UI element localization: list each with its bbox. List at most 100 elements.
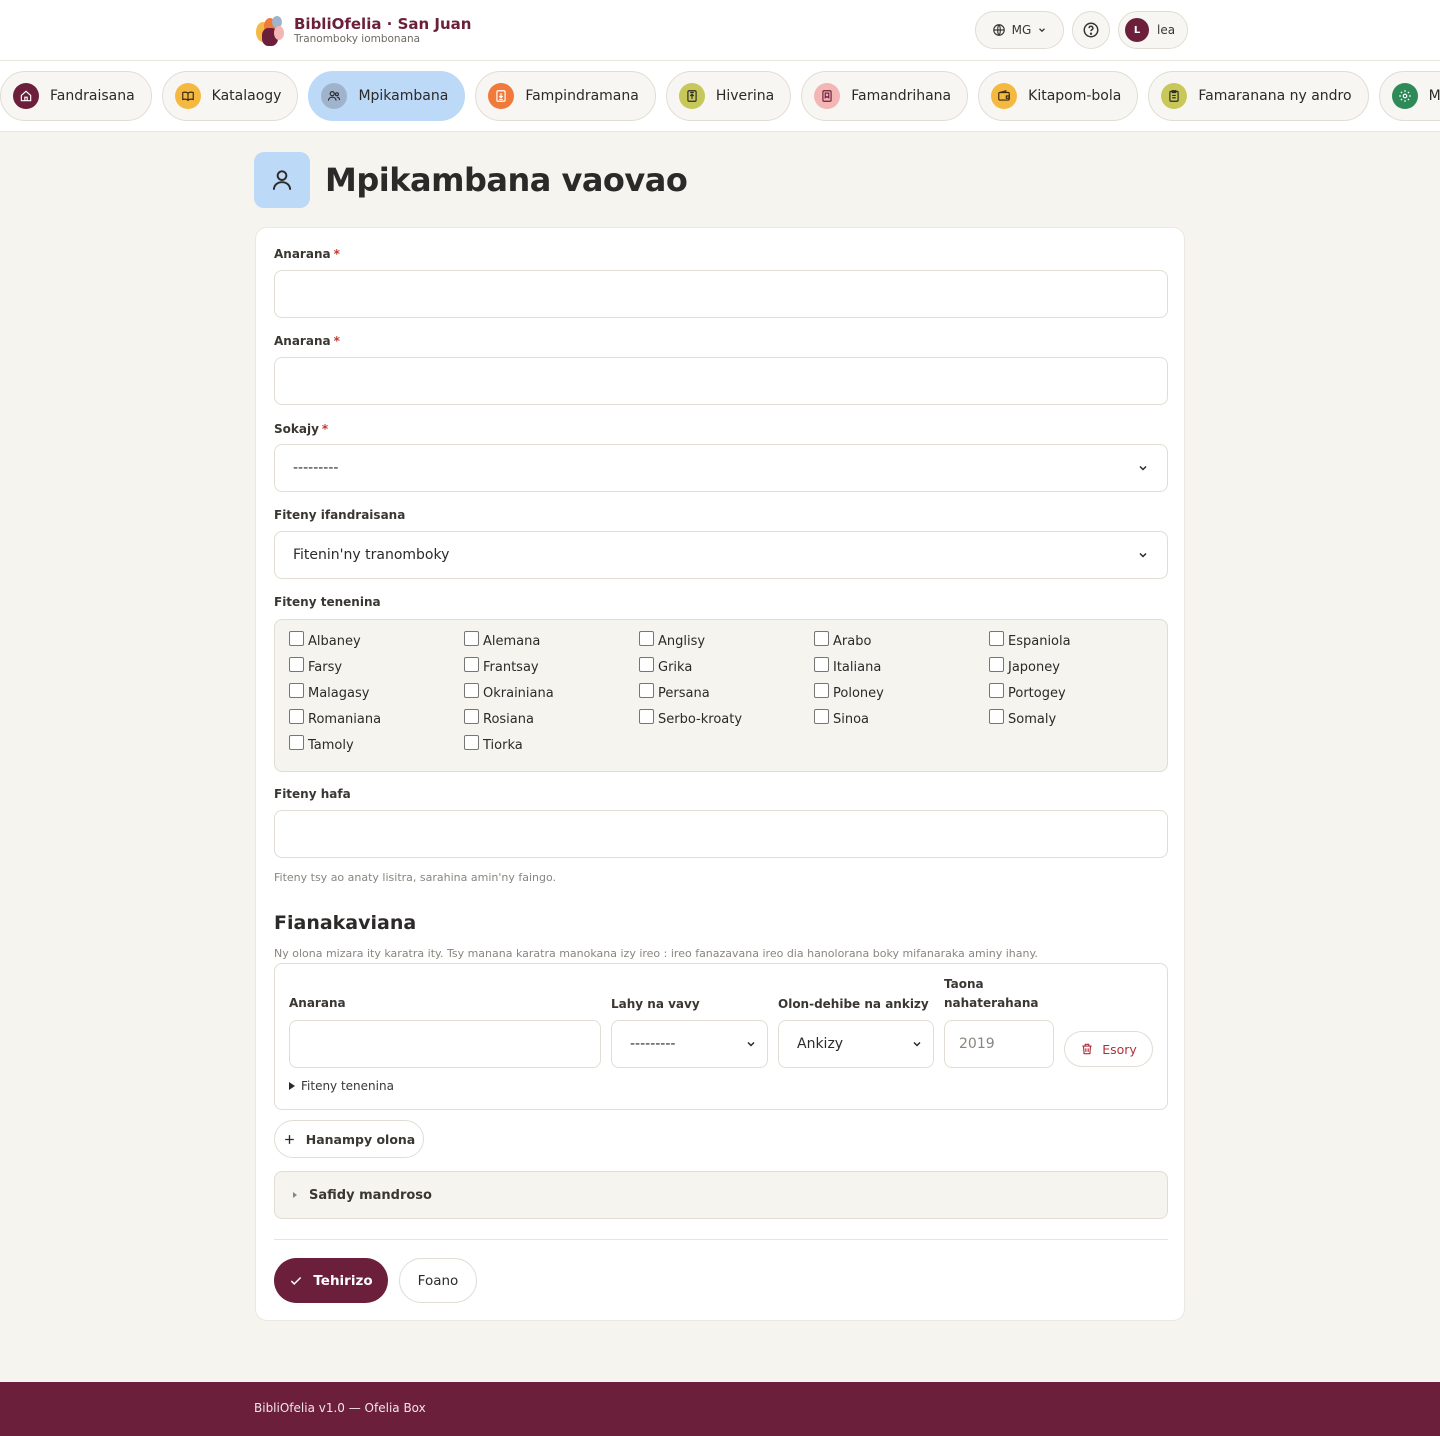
save-button[interactable]: Tehirizo [274, 1258, 388, 1303]
category-value: --------- [293, 460, 339, 476]
checkbox-malagasy[interactable]: Malagasy [289, 683, 464, 701]
tab-famaranana-ny-andro[interactable]: Famaranana ny andro [1148, 71, 1369, 121]
checkbox-sinoa[interactable]: Sinoa [814, 709, 989, 727]
checkbox[interactable] [464, 631, 479, 646]
add-person-button[interactable]: Hanampy olona [274, 1120, 424, 1158]
pref-lang-select[interactable]: Fitenin'ny tranomboky [274, 531, 1168, 579]
checkbox[interactable] [464, 683, 479, 698]
household-name-input[interactable] [289, 1020, 601, 1068]
chevron-down-icon [1139, 465, 1147, 471]
globe-icon [992, 24, 1005, 36]
checkbox-somaly[interactable]: Somaly [989, 709, 1164, 727]
pref-lang-label: Fiteny ifandraisana [274, 508, 406, 522]
main-nav: Fandraisana Katalaogy Mpikambana Fampind… [0, 61, 1440, 132]
first-name-label: Anarana * [274, 247, 340, 261]
checkbox-frantsay[interactable]: Frantsay [464, 657, 639, 675]
check-icon [291, 1276, 302, 1285]
user-icon [254, 152, 310, 208]
member-form-card: Anarana * Anarana * Sokajy * --------- Fite… [255, 227, 1185, 1321]
brand-title: BibliOfelia · San Juan [294, 14, 472, 33]
household-name-label: Anarana [289, 996, 346, 1010]
pref-lang-value: Fitenin'ny tranomboky [293, 547, 450, 563]
return-icon [678, 83, 705, 109]
footer: BibliOfelia v1.0 — Ofelia Box [0, 1382, 1440, 1436]
checkbox-poloney[interactable]: Poloney [814, 683, 989, 701]
checkbox-anglisy[interactable]: Anglisy [639, 631, 814, 649]
category-label: Sokajy * [274, 422, 329, 436]
checkbox-tamoly[interactable]: Tamoly [289, 735, 464, 753]
other-lang-input[interactable] [274, 810, 1168, 858]
checkbox-japoney[interactable]: Japoney [989, 657, 1164, 675]
household-languages-toggle[interactable]: Fiteny tenenina [289, 1079, 394, 1093]
checkbox-alemana[interactable]: Alemana [464, 631, 639, 649]
tab-kitapom-bola[interactable]: Kitapom-bola [978, 71, 1139, 121]
checkbox-arabo[interactable]: Arabo [814, 631, 989, 649]
user-menu-button[interactable]: L lea [1118, 11, 1188, 49]
checkbox[interactable] [814, 657, 829, 672]
tab-label: Mpikambana [358, 88, 449, 104]
spoken-lang-group: Albaney Alemana Anglisy Arabo Espaniola … [274, 619, 1168, 772]
loan-icon [488, 83, 515, 109]
tab-katalaogy[interactable]: Katalaogy [161, 71, 299, 121]
checkbox[interactable] [814, 709, 829, 724]
tab-fandraisana[interactable]: Fandraisana [0, 71, 152, 121]
checkbox-romaniana[interactable]: Romaniana [289, 709, 464, 727]
checkbox[interactable] [289, 709, 304, 724]
checkbox-portogey[interactable]: Portogey [989, 683, 1164, 701]
household-gender-select[interactable]: --------- [611, 1020, 768, 1068]
checkbox[interactable] [989, 709, 1004, 724]
brand-logo-icon [254, 14, 286, 46]
household-birth-label: Taona nahaterahana [944, 977, 1039, 1010]
first-name-input[interactable] [274, 270, 1168, 318]
checkbox[interactable] [989, 683, 1004, 698]
household-gender-label: Lahy na vavy [611, 997, 700, 1011]
checkbox-espaniola[interactable]: Espaniola [989, 631, 1164, 649]
checkbox-grika[interactable]: Grika [639, 657, 814, 675]
checkbox-persana[interactable]: Persana [639, 683, 814, 701]
help-circle-icon [1083, 22, 1099, 38]
checkbox[interactable] [639, 709, 654, 724]
checkbox[interactable] [289, 657, 304, 672]
tab-famandrihana[interactable]: Famandrihana [801, 71, 969, 121]
checkbox[interactable] [814, 683, 829, 698]
category-select[interactable]: --------- [274, 444, 1168, 492]
cancel-button[interactable]: Foano [399, 1258, 477, 1303]
advanced-options-toggle[interactable]: Safidy mandroso [274, 1171, 1168, 1219]
checkbox[interactable] [639, 683, 654, 698]
checkbox[interactable] [464, 709, 479, 724]
household-age-label: Olon-dehibe na ankizy [778, 997, 929, 1011]
checkbox[interactable] [464, 735, 479, 750]
tab-label: Katalaogy [211, 88, 282, 104]
other-lang-help: Fiteny tsy ao anaty lisitra, sarahina am… [274, 871, 557, 884]
gear-icon [1391, 83, 1418, 109]
household-birth-input[interactable]: 2019 [944, 1020, 1054, 1068]
checkbox[interactable] [639, 657, 654, 672]
checkbox-serbo-kroaty[interactable]: Serbo-kroaty [639, 709, 814, 727]
checkbox[interactable] [289, 631, 304, 646]
checkbox[interactable] [289, 683, 304, 698]
delete-row-button[interactable]: Esory [1064, 1031, 1153, 1067]
checkbox[interactable] [814, 631, 829, 646]
checkbox[interactable] [989, 657, 1004, 672]
checkbox-rosiana[interactable]: Rosiana [464, 709, 639, 727]
spoken-lang-label: Fiteny tenenina [274, 595, 381, 609]
tab-fampindramana[interactable]: Fampindramana [475, 71, 656, 121]
checkbox[interactable] [289, 735, 304, 750]
tab-mandroso[interactable]: Mandroso [1378, 71, 1440, 121]
tab-hiverina[interactable]: Hiverina [665, 71, 792, 121]
tab-label: Kitapom-bola [1028, 88, 1122, 104]
last-name-input[interactable] [274, 357, 1168, 405]
checkbox-tiorka[interactable]: Tiorka [464, 735, 639, 753]
checkbox[interactable] [989, 631, 1004, 646]
help-button[interactable] [1072, 11, 1110, 49]
language-switcher-button[interactable]: MG [975, 11, 1064, 49]
household-age-select[interactable]: Ankizy [778, 1020, 934, 1068]
checkbox-italiana[interactable]: Italiana [814, 657, 989, 675]
brand[interactable]: BibliOfelia · San Juan Tranomboky iombon… [254, 14, 471, 46]
checkbox-albaney[interactable]: Albaney [289, 631, 464, 649]
checkbox[interactable] [639, 631, 654, 646]
checkbox[interactable] [464, 657, 479, 672]
checkbox-farsy[interactable]: Farsy [289, 657, 464, 675]
tab-mpikambana[interactable]: Mpikambana [308, 71, 466, 121]
checkbox-okrainiana[interactable]: Okrainiana [464, 683, 639, 701]
